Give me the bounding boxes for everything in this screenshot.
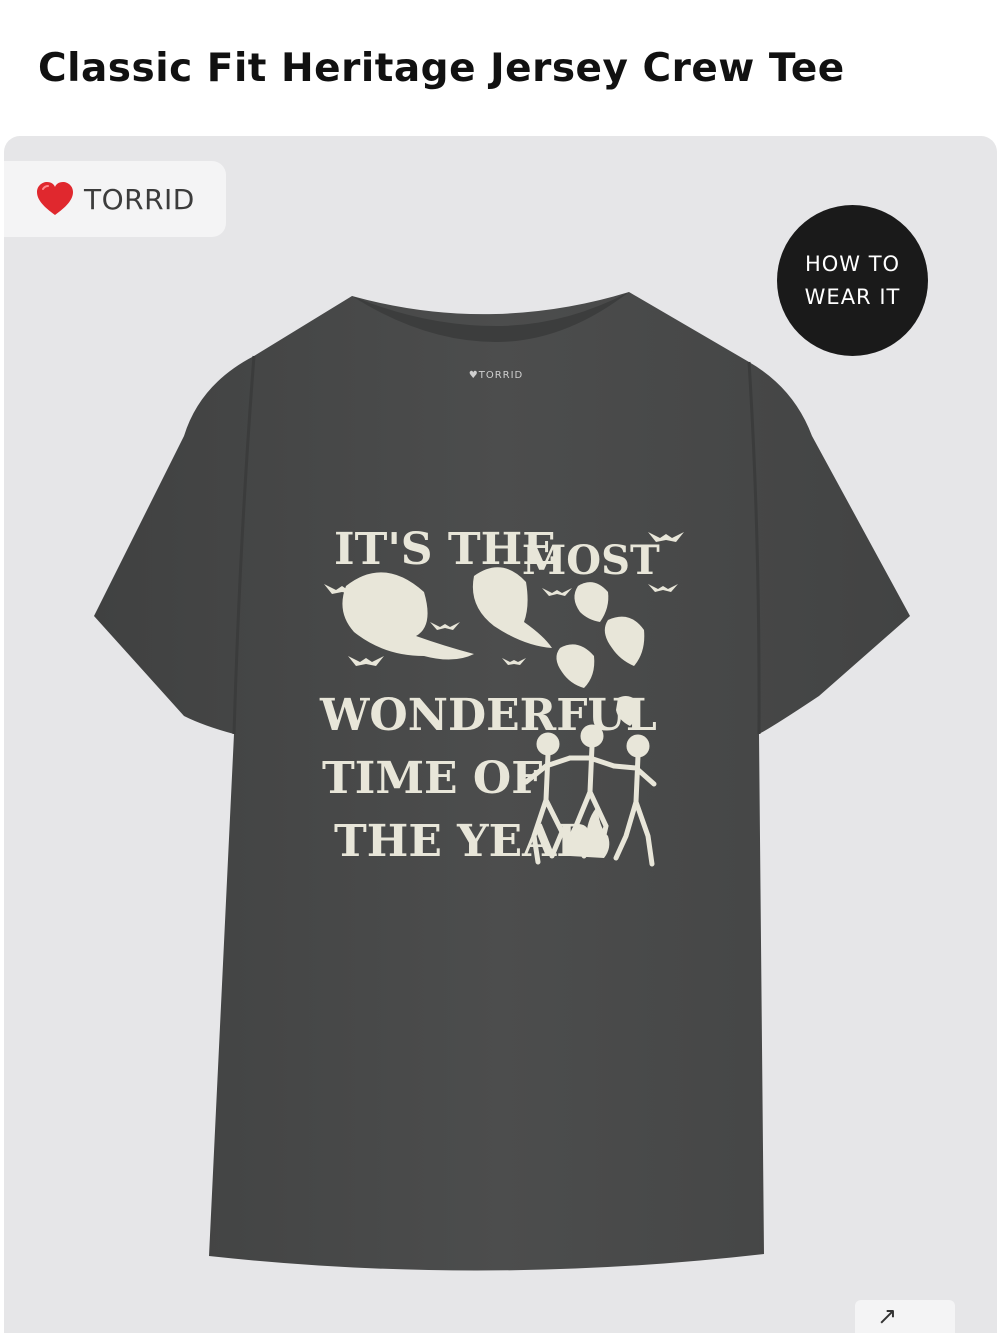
zoom-button[interactable]: ↗ (855, 1300, 955, 1333)
brand-badge[interactable]: TORRID (4, 161, 226, 237)
how-to-wear-it-button[interactable]: HOW TO WEAR IT (777, 205, 928, 356)
print-line-3: WONDERFUL (319, 690, 657, 741)
heart-icon (37, 182, 73, 215)
collar-label: ♥TORRID (469, 370, 524, 381)
page-title: Classic Fit Heritage Jersey Crew Tee (38, 46, 845, 91)
how-to-wear-line-2: WEAR IT (804, 284, 901, 309)
brand-label: TORRID (84, 183, 195, 216)
print-line-2: MOST (522, 537, 660, 584)
print-line-5: THE YEAR (334, 816, 593, 867)
how-to-wear-line-1: HOW TO (804, 251, 901, 276)
print-line-4: TIME OF (322, 753, 542, 804)
product-image-gallery[interactable]: ♥TORRID IT'S THE MOST WONDERFUL TIME OF … (4, 136, 997, 1333)
zoom-icon: ↗ (877, 1302, 898, 1330)
